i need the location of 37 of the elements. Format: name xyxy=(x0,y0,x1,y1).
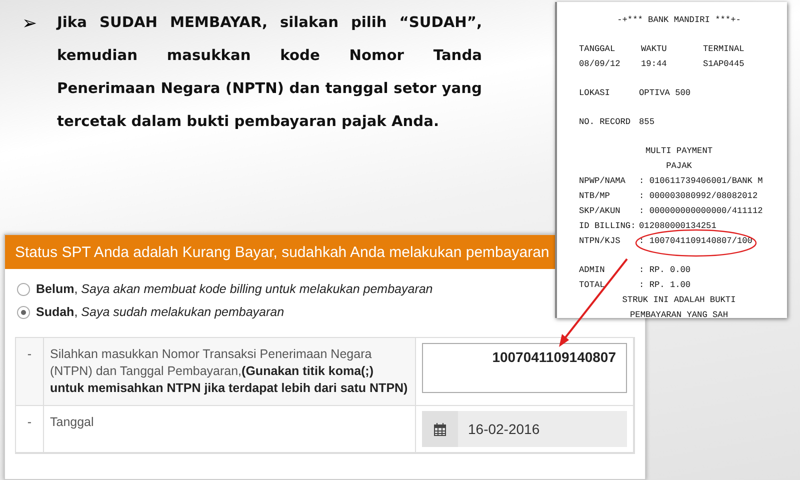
receipt-text: : 000003080992/08082012 xyxy=(639,190,759,200)
receipt-text: NO. RECORD xyxy=(579,116,632,126)
ntpn-textarea[interactable]: 1007041109140807 xyxy=(422,343,627,393)
field-label: Silahkan masukkan Nomor Transaksi Penerimaan Negara (NTPN) dan Tanggal Pembayaran,(Gunakan titik koma(;) untuk memisahkan NTPN jika terdapat lebih dari satu NTPN) xyxy=(44,338,416,406)
receipt-text: SKP/AKUN xyxy=(579,206,622,216)
receipt-text: NPWP/NAMA xyxy=(579,176,626,186)
receipt-text: TANGGAL xyxy=(579,44,616,54)
receipt-text: S1AP0445 xyxy=(703,58,746,68)
receipt-text: : 010611739406001/BANK M xyxy=(639,176,764,186)
receipt-text: : RP. 1.00 xyxy=(639,280,692,290)
receipt-text: 012080000134251 xyxy=(639,220,718,230)
receipt-text: STRUK INI ADALAH BUKTI xyxy=(622,294,736,304)
receipt-text: TOTAL xyxy=(579,280,606,290)
calendar-icon xyxy=(434,422,446,436)
receipt-text: -+*** BANK MANDIRI ***+- xyxy=(617,14,741,24)
bullet-arrow: ➢ xyxy=(22,12,37,35)
receipt-text: MULTI PAYMENT xyxy=(645,146,713,156)
receipt-text: OPTIVA 500 xyxy=(639,88,692,98)
receipt-text: 855 xyxy=(639,116,656,126)
receipt-text: 08/09/12 xyxy=(579,58,622,68)
receipt-text: PEMBAYARAN YANG SAH xyxy=(630,310,728,318)
receipt-text: NTPN/KJS xyxy=(579,236,622,246)
receipt-text: PAJAK xyxy=(666,160,692,170)
field-label: Tanggal xyxy=(44,406,416,453)
radio-option[interactable]: Belum, Saya akan membuat kode billing untuk melakukan pembayaran xyxy=(17,282,433,296)
receipt-text: : 000000000000000/411112 xyxy=(639,206,764,216)
receipt-text: TERMINAL xyxy=(703,44,746,54)
receipt-text: WAKTU xyxy=(641,44,668,54)
receipt-text: 19:44 xyxy=(641,58,668,68)
row-marker: - xyxy=(16,338,44,406)
receipt-text: LOKASI xyxy=(579,88,611,98)
receipt-text: NTB/MP xyxy=(579,190,611,200)
receipt-text: ID BILLING: xyxy=(579,220,637,230)
instruction-paragraph: Jika SUDAH MEMBAYAR, silakan pilih “SUDAH”, kemudian masukkan kode Nomor Tanda Penerimaan Negara (NPTN) dan tanggal setor yang tercetak dalam bukti pembayaran pajak Anda. xyxy=(57,13,482,132)
date-field[interactable]: 16-02-2016 xyxy=(422,411,627,447)
radio-option[interactable]: Sudah, Saya sudah melakukan pembayaran xyxy=(17,305,284,319)
row-marker: - xyxy=(16,406,44,453)
